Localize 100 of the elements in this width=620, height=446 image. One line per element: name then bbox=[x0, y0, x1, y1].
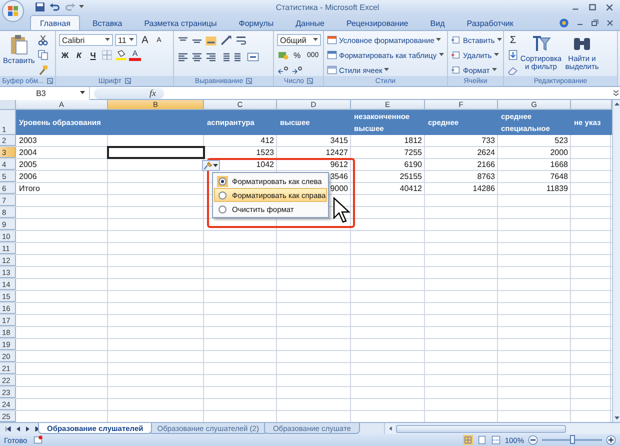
number-format-field[interactable]: Общий bbox=[277, 34, 321, 46]
normal-view-icon[interactable] bbox=[462, 435, 473, 445]
radio-button[interactable] bbox=[217, 204, 228, 214]
table-cell: 1523 bbox=[256, 148, 274, 157]
ribbon-tab[interactable]: Данные bbox=[286, 15, 334, 30]
table-cell: 2006 bbox=[19, 172, 37, 181]
table-cell: 8763 bbox=[477, 172, 495, 181]
table-cell: 2624 bbox=[477, 148, 495, 157]
table-cell: 733 bbox=[482, 136, 495, 145]
paste-options-button[interactable] bbox=[202, 160, 220, 171]
underline-button[interactable]: Ч bbox=[87, 49, 99, 61]
table-cell: 7255 bbox=[404, 148, 422, 157]
table-cell: 523 bbox=[554, 136, 568, 145]
ribbon-tab[interactable]: Разработчик bbox=[456, 15, 524, 30]
table-cell: 25155 bbox=[400, 172, 422, 181]
page-break-icon[interactable] bbox=[490, 435, 501, 445]
active-cell[interactable] bbox=[108, 147, 204, 158]
horizontal-scrollbar[interactable] bbox=[384, 423, 620, 434]
table-cell: 11839 bbox=[546, 184, 568, 193]
ribbon-tab[interactable]: Разметка страницы bbox=[134, 15, 227, 30]
format-painter-icon[interactable] bbox=[36, 64, 49, 76]
ribbon-tab[interactable]: Главная bbox=[30, 15, 80, 30]
ribbon-tab[interactable]: Формулы bbox=[228, 15, 284, 30]
orientation-icon[interactable] bbox=[219, 34, 233, 48]
caret-icon bbox=[438, 53, 444, 57]
undo-icon[interactable] bbox=[49, 1, 61, 13]
radio-button[interactable] bbox=[217, 190, 228, 200]
caret-icon bbox=[494, 53, 499, 57]
scissors-icon[interactable] bbox=[36, 34, 49, 46]
restore-icon[interactable] bbox=[591, 18, 599, 26]
table-style-icon bbox=[327, 65, 337, 75]
ribbon-tab[interactable]: Рецензирование bbox=[336, 15, 418, 30]
decrease-decimal-icon[interactable] bbox=[291, 64, 303, 76]
caret-icon bbox=[80, 91, 85, 95]
ribbon-tab[interactable]: Вставка bbox=[82, 15, 132, 30]
table-cell: 3415 bbox=[330, 136, 348, 145]
save-icon[interactable] bbox=[34, 1, 46, 13]
table-cell: 9612 bbox=[330, 160, 348, 169]
expand-icon[interactable] bbox=[612, 89, 620, 97]
font-name-field[interactable]: Calibri bbox=[59, 34, 113, 46]
table-cell: 3546 bbox=[330, 172, 348, 181]
macro-record-icon[interactable] bbox=[33, 435, 44, 445]
fill-down-icon[interactable] bbox=[507, 49, 519, 61]
caret-icon bbox=[79, 5, 84, 9]
merge-cells-icon[interactable] bbox=[247, 51, 259, 63]
close-icon[interactable] bbox=[606, 18, 614, 26]
table-cell: 1042 bbox=[256, 160, 274, 169]
percent-button[interactable]: % bbox=[291, 49, 303, 61]
zoom-out-icon[interactable] bbox=[528, 435, 538, 445]
table-cell: 2003 bbox=[19, 136, 37, 145]
sort-filter-icon bbox=[531, 34, 551, 54]
caret-icon bbox=[492, 68, 497, 72]
caret-icon bbox=[384, 68, 390, 72]
paintbrush-icon bbox=[203, 160, 213, 170]
wrap-text-icon[interactable] bbox=[235, 35, 247, 47]
table-cell: 2005 bbox=[19, 160, 37, 169]
insert-function-button[interactable]: fx bbox=[94, 88, 164, 98]
table-cell: 412 bbox=[260, 136, 274, 145]
zoom-in-icon[interactable] bbox=[606, 435, 616, 445]
caret-icon bbox=[313, 38, 318, 42]
ribbon-tab[interactable]: Вид bbox=[420, 15, 455, 30]
fill-color-icon[interactable] bbox=[115, 49, 127, 61]
align-right-icon[interactable] bbox=[205, 51, 217, 63]
grow-font-button[interactable]: A bbox=[139, 34, 151, 46]
caret-icon bbox=[213, 164, 218, 168]
table-cell: 1668 bbox=[550, 160, 568, 169]
table-style-icon bbox=[327, 35, 337, 45]
italic-button[interactable]: К bbox=[73, 49, 85, 61]
table-cell: 9000 bbox=[330, 184, 348, 193]
font-size-field[interactable]: 11 bbox=[115, 34, 137, 46]
cell-icon bbox=[451, 35, 461, 45]
increase-decimal-icon[interactable] bbox=[277, 64, 289, 76]
align-bottom-icon[interactable] bbox=[205, 35, 217, 47]
scroll-left-icon[interactable] bbox=[387, 425, 394, 432]
font-color-button[interactable]: A bbox=[129, 49, 141, 61]
cell-icon bbox=[451, 50, 461, 60]
bold-button[interactable]: Ж bbox=[59, 49, 71, 61]
align-center-icon[interactable] bbox=[191, 51, 203, 63]
caret-icon bbox=[436, 38, 442, 42]
radio-button[interactable] bbox=[217, 176, 228, 186]
mouse-cursor-icon bbox=[333, 197, 351, 223]
table-cell: 1812 bbox=[404, 136, 422, 145]
window-title: Статистика - Microsoft Excel bbox=[274, 2, 380, 12]
maximize-icon[interactable] bbox=[588, 2, 597, 12]
table-style-icon bbox=[327, 50, 337, 60]
first-sheet-icon[interactable] bbox=[4, 424, 12, 432]
table-cell: 6190 bbox=[404, 160, 422, 169]
table-cell: Итого bbox=[19, 184, 40, 193]
caret-icon bbox=[105, 38, 110, 42]
page-layout-icon[interactable] bbox=[476, 435, 487, 445]
table-cell: 12427 bbox=[326, 148, 348, 157]
zoom-slider-thumb[interactable] bbox=[570, 435, 575, 444]
cell-icon bbox=[451, 65, 461, 75]
name-box[interactable]: B3 bbox=[0, 86, 90, 100]
copy-icon[interactable] bbox=[36, 49, 49, 61]
close-icon[interactable] bbox=[605, 2, 614, 12]
table-cell: 2166 bbox=[477, 160, 495, 169]
table-cell: 40412 bbox=[400, 184, 422, 193]
autosum-button[interactable]: Σ bbox=[507, 34, 519, 46]
align-left-icon[interactable] bbox=[177, 51, 189, 63]
